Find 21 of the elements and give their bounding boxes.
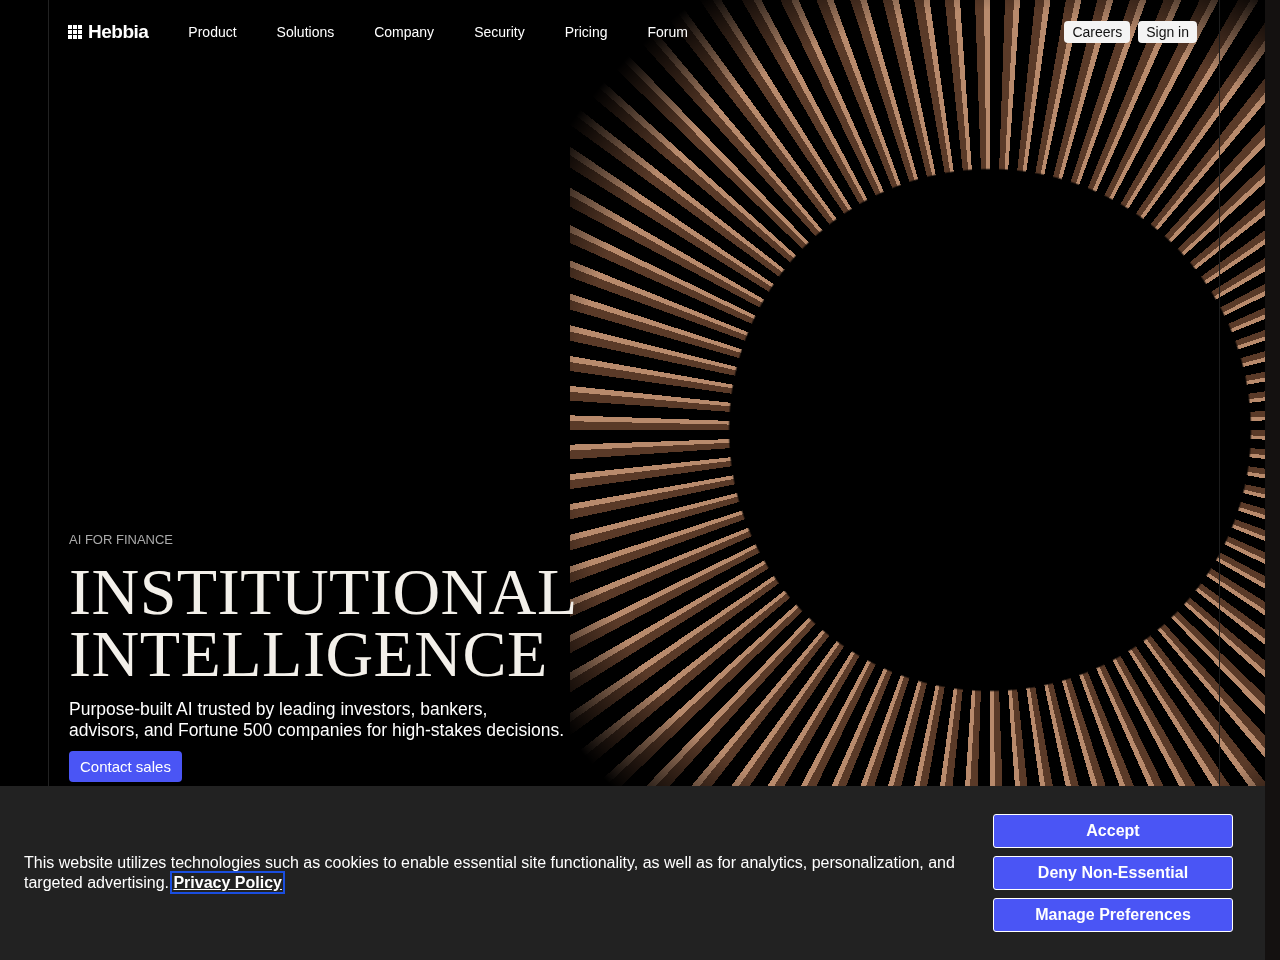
hero-subtitle: Purpose-built AI trusted by leading investors, bankers, advisors, and Fortune 500 companies for high-stakes decisions. <box>69 699 565 741</box>
hero-title: INSTITUTIONAL INTELLIGENCE <box>69 561 578 685</box>
privacy-policy-link[interactable]: Privacy Policy <box>173 874 282 891</box>
nav-link[interactable]: Forum <box>647 24 688 40</box>
cookie-button[interactable]: Accept <box>993 814 1233 848</box>
nav-button[interactable]: Careers <box>1064 21 1131 43</box>
cookie-button[interactable]: Deny Non-Essential <box>993 856 1233 890</box>
nav-link[interactable]: Security <box>474 24 525 40</box>
scrollbar[interactable] <box>1265 0 1280 960</box>
eyebrow-label: AI FOR FINANCE <box>69 532 173 547</box>
grid-icon <box>68 25 82 39</box>
nav-link[interactable]: Solutions <box>276 24 335 40</box>
nav-link[interactable]: Pricing <box>564 24 608 40</box>
nav-link[interactable]: Product <box>188 24 237 40</box>
nav-link[interactable]: Company <box>374 24 435 40</box>
logo-text: Hebbia <box>88 21 149 43</box>
cookie-button[interactable]: Manage Preferences <box>993 898 1233 932</box>
logo[interactable]: Hebbia <box>68 21 149 43</box>
cookie-notice: This website utilizes technologies such as cookies to enable essential site functionality, as well as for analytics, personalization, and targeted advertising. Privacy Policy <box>24 853 964 893</box>
contact-sales-button[interactable]: Contact sales <box>69 751 182 782</box>
nav-button[interactable]: Sign in <box>1138 21 1197 43</box>
